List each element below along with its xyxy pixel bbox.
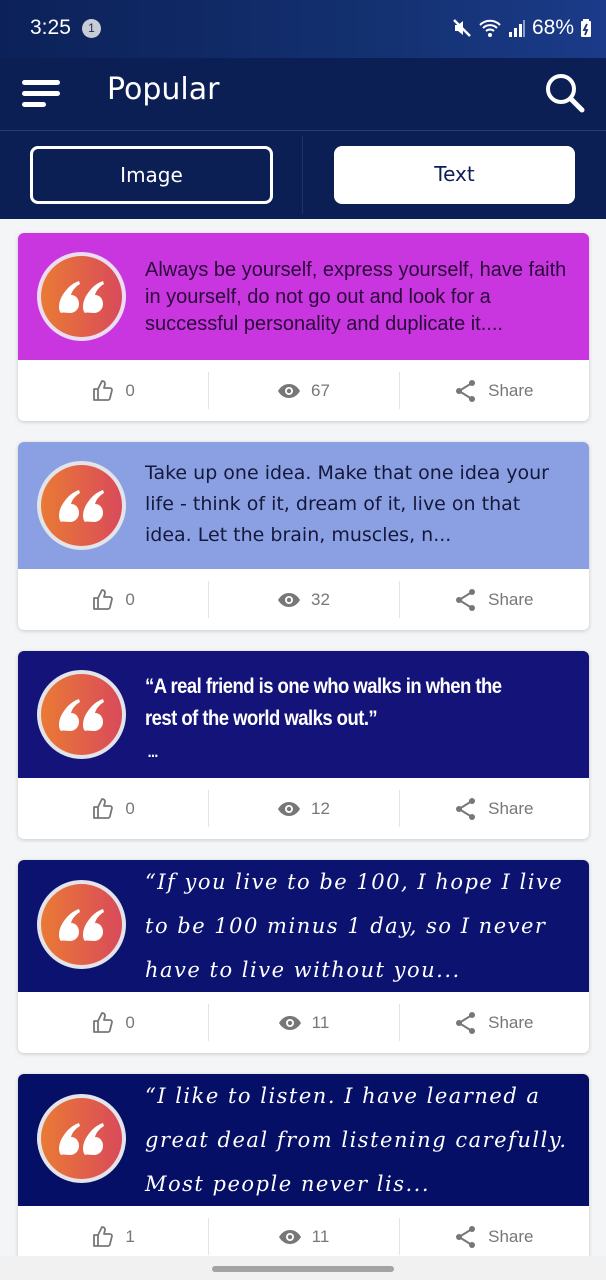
like-button[interactable]: 0 — [18, 992, 208, 1053]
share-icon — [456, 379, 476, 402]
views-indicator: 67 — [208, 360, 398, 421]
eye-icon — [278, 383, 301, 398]
content-type-tabs: Image Text — [0, 131, 606, 219]
share-icon — [456, 1011, 476, 1034]
quote-card[interactable]: Take up one idea. Make that one idea you… — [18, 442, 589, 630]
eye-icon — [278, 1015, 301, 1030]
eye-icon — [278, 801, 301, 816]
share-button[interactable]: Share — [398, 992, 589, 1053]
views-indicator: 11 — [208, 992, 398, 1053]
quote-avatar — [37, 252, 126, 341]
thumbs-up-icon — [93, 1011, 114, 1033]
eye-icon — [278, 1229, 301, 1244]
tab-text[interactable]: Text — [334, 146, 575, 204]
status-icons: 68% — [452, 16, 592, 40]
quote-card-body[interactable]: “I like to listen. I have learned a grea… — [18, 1074, 589, 1206]
share-label: Share — [488, 380, 534, 400]
share-label: Share — [488, 589, 534, 609]
quote-actions: 0 32 Share — [18, 569, 589, 630]
like-count: 0 — [125, 1012, 135, 1032]
share-icon — [456, 588, 476, 611]
share-button[interactable]: Share — [398, 360, 589, 421]
menu-icon[interactable] — [22, 80, 62, 108]
home-indicator[interactable] — [212, 1266, 394, 1272]
status-bar: 3:25 1 68% — [0, 0, 606, 58]
quote-card[interactable]: Always be yourself, express yourself, ha… — [18, 233, 589, 421]
notification-count-badge: 1 — [82, 19, 101, 38]
quote-card-body[interactable]: Take up one idea. Make that one idea you… — [18, 442, 589, 569]
mute-icon — [453, 19, 471, 37]
view-count: 32 — [311, 589, 330, 609]
quote-icon — [58, 908, 104, 941]
quote-card-body[interactable]: “A real friend is one who walks in when … — [18, 651, 589, 778]
quote-text: “A real friend is one who walks in when … — [145, 671, 520, 769]
quote-list[interactable]: Always be yourself, express yourself, ha… — [0, 219, 606, 1280]
thumbs-up-icon — [93, 379, 114, 401]
view-count: 11 — [311, 1226, 330, 1246]
like-button[interactable]: 0 — [18, 360, 208, 421]
share-label: Share — [488, 798, 534, 818]
quote-avatar — [37, 880, 126, 969]
quote-text: Always be yourself, express yourself, ha… — [145, 259, 567, 335]
quote-text: “I like to listen. I have learned a grea… — [145, 1084, 568, 1196]
battery-charging-icon — [581, 19, 591, 37]
tab-image[interactable]: Image — [30, 146, 273, 204]
view-count: 67 — [311, 380, 330, 400]
tab-divider — [302, 136, 303, 214]
quote-text: Take up one idea. Make that one idea you… — [145, 462, 549, 546]
status-time: 3:25 — [30, 16, 71, 39]
quote-icon — [58, 1122, 104, 1155]
like-button[interactable]: 0 — [18, 778, 208, 839]
like-count: 1 — [125, 1226, 135, 1246]
share-button[interactable]: Share — [398, 569, 589, 630]
quote-actions: 0 11 Share — [18, 992, 589, 1053]
views-indicator: 32 — [208, 569, 398, 630]
quote-card[interactable]: “I like to listen. I have learned a grea… — [18, 1074, 589, 1267]
like-count: 0 — [125, 380, 135, 400]
like-count: 0 — [125, 589, 135, 609]
battery-percent: 68% — [531, 16, 574, 39]
like-button[interactable]: 0 — [18, 569, 208, 630]
share-button[interactable]: Share — [398, 778, 589, 839]
app-bar: Popular — [0, 58, 606, 131]
signal-icon — [508, 20, 525, 37]
thumbs-up-icon — [93, 1225, 114, 1247]
views-indicator: 12 — [208, 778, 398, 839]
view-count: 12 — [311, 798, 330, 818]
quote-card-body[interactable]: Always be yourself, express yourself, ha… — [18, 233, 589, 360]
quote-avatar — [37, 670, 126, 759]
eye-icon — [278, 592, 301, 607]
quote-card[interactable]: “A real friend is one who walks in when … — [18, 651, 589, 839]
quote-card[interactable]: “If you live to be 100, I hope I live to… — [18, 860, 589, 1053]
quote-ellipsis: ... — [147, 744, 159, 761]
quote-card-body[interactable]: “If you live to be 100, I hope I live to… — [18, 860, 589, 992]
share-label: Share — [488, 1226, 534, 1246]
search-icon[interactable] — [542, 70, 588, 116]
quote-icon — [58, 280, 104, 313]
like-count: 0 — [125, 798, 135, 818]
quote-body: “A real friend is one who walks in when … — [145, 675, 502, 730]
quote-icon — [58, 698, 104, 731]
quote-actions: 0 67 Share — [18, 360, 589, 421]
share-icon — [456, 1225, 476, 1248]
quote-avatar — [37, 461, 126, 550]
thumbs-up-icon — [93, 797, 114, 819]
quote-icon — [58, 489, 104, 522]
share-icon — [456, 797, 476, 820]
wifi-icon — [479, 19, 501, 37]
quote-text: “If you live to be 100, I hope I live to… — [145, 870, 564, 982]
thumbs-up-icon — [93, 588, 114, 610]
quote-actions: 0 12 Share — [18, 778, 589, 839]
view-count: 11 — [311, 1012, 330, 1032]
share-label: Share — [488, 1012, 534, 1032]
quote-avatar — [37, 1094, 126, 1183]
page-title: Popular — [107, 72, 220, 107]
